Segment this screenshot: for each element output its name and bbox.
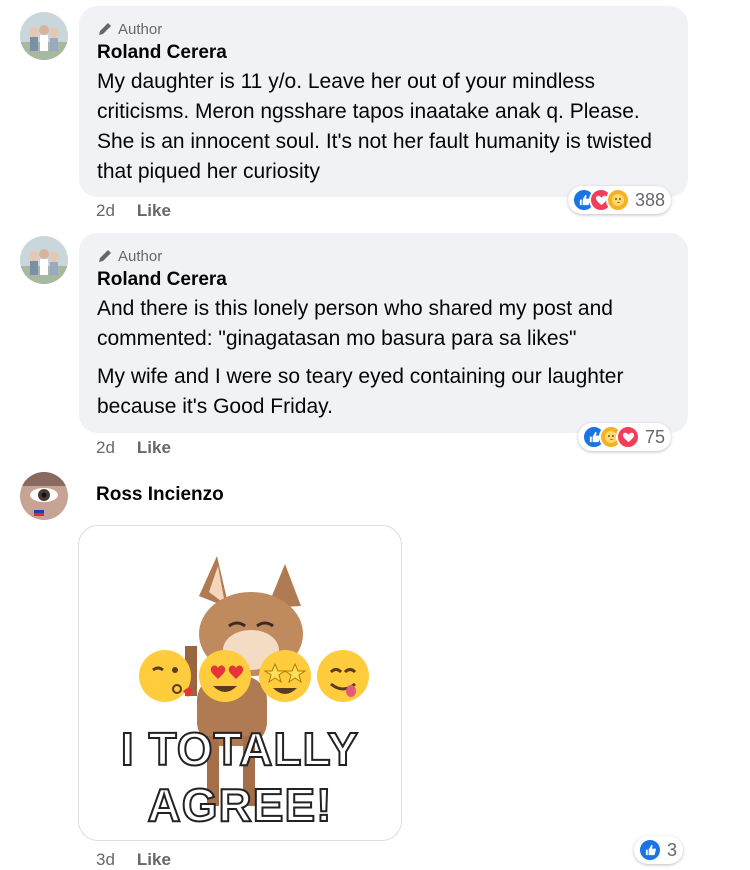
author-badge: Author bbox=[97, 20, 672, 38]
commenter-name[interactable]: Ross Incienzo bbox=[96, 484, 224, 506]
commenter-name[interactable]: Roland Cerera bbox=[97, 41, 672, 65]
gif-caption-line2: AGREE! bbox=[147, 778, 333, 832]
comment-bubble: Author Roland Cerera My daughter is 11 y… bbox=[79, 6, 688, 197]
author-badge-label: Author bbox=[118, 20, 163, 38]
reaction-summary[interactable]: 75 bbox=[578, 423, 672, 451]
care-hug-icon bbox=[606, 188, 630, 212]
avatar-roland-cerera[interactable] bbox=[20, 236, 68, 284]
like-button[interactable]: Like bbox=[137, 201, 171, 221]
heart-eyes-icon bbox=[199, 650, 251, 702]
comment-text: My daughter is 11 y/o. Leave her out of … bbox=[97, 70, 652, 183]
avatar-ross-incienzo[interactable] bbox=[20, 472, 68, 520]
comment-meta: 2d Like bbox=[96, 438, 171, 458]
comment-bubble: Author Roland Cerera And there is this l… bbox=[79, 233, 688, 433]
gif-attachment[interactable]: I TOTALLY AGREE! bbox=[78, 525, 402, 841]
reaction-summary[interactable]: 3 bbox=[634, 836, 684, 864]
avatar-roland-cerera[interactable] bbox=[20, 12, 68, 60]
author-badge-label: Author bbox=[118, 247, 163, 265]
comment-text: My wife and I were so teary eyed contain… bbox=[97, 365, 624, 418]
reaction-count: 388 bbox=[635, 189, 666, 210]
comment-meta: 2d Like bbox=[96, 201, 171, 221]
comment-meta: 3d Like bbox=[96, 850, 171, 870]
heart-icon bbox=[616, 425, 640, 449]
like-button[interactable]: Like bbox=[137, 438, 171, 458]
star-struck-icon bbox=[259, 650, 311, 702]
yum-face-icon bbox=[317, 650, 369, 702]
pencil-icon bbox=[99, 250, 111, 262]
pencil-icon bbox=[99, 23, 111, 35]
thumbs-up-icon bbox=[638, 838, 662, 862]
commenter-name[interactable]: Roland Cerera bbox=[97, 268, 672, 292]
comment-time[interactable]: 2d bbox=[96, 201, 115, 221]
comment-text: And there is this lonely person who shar… bbox=[97, 297, 613, 350]
reaction-count: 75 bbox=[645, 426, 666, 447]
author-badge: Author bbox=[97, 247, 672, 265]
comment-time[interactable]: 2d bbox=[96, 438, 115, 458]
gif-caption-line1: I TOTALLY bbox=[120, 722, 360, 776]
kissing-face-icon bbox=[139, 650, 193, 702]
comment-time[interactable]: 3d bbox=[96, 850, 115, 870]
reaction-count: 3 bbox=[667, 839, 678, 860]
like-button[interactable]: Like bbox=[137, 850, 171, 870]
reaction-summary[interactable]: 388 bbox=[568, 186, 672, 214]
